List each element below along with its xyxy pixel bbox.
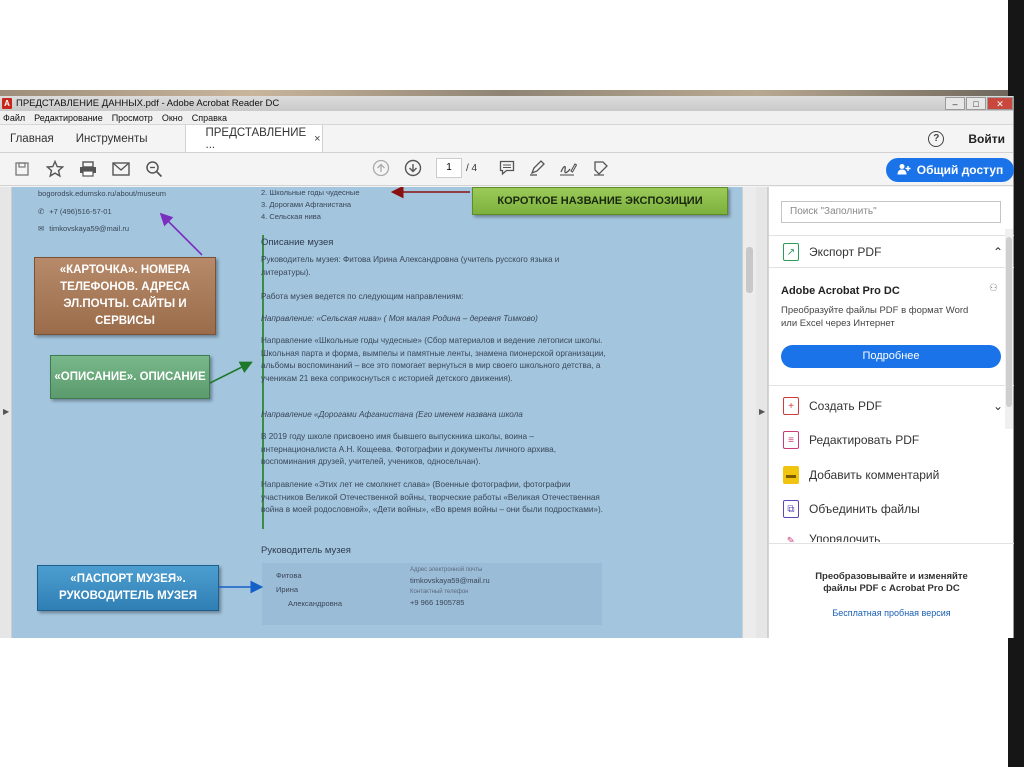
tool-add-comment[interactable]: ▬ Добавить комментарий [783,466,1003,484]
tab-bar: Главная Инструменты ПРЕДСТАВЛЕНИЕ ... × … [0,125,1013,153]
star-icon[interactable] [44,158,66,180]
title-bar: A ПРЕДСТАВЛЕНИЕ ДАННЫХ.pdf - Adobe Acrob… [0,96,1013,111]
tool-create-pdf[interactable]: + Создать PDF ⌄ [783,397,1003,415]
callout-arrows [159,187,470,594]
comment-tool-icon: ▬ [783,466,799,484]
close-window-button[interactable]: ✕ [987,97,1013,110]
share-button-label: Общий доступ [916,163,1004,177]
tab-document-label: ПРЕДСТАВЛЕНИЕ ... [205,126,307,151]
acrobat-window: A ПРЕДСТАВЛЕНИЕ ДАННЫХ.pdf - Adobe Acrob… [0,96,1014,638]
tool-add-comment-label: Добавить комментарий [809,468,940,482]
tool-combine-files[interactable]: ⧉ Объединить файлы [783,500,1003,518]
window-controls: ‒ □ ✕ [944,97,1013,110]
edit-pdf-icon: ≡ [783,431,799,449]
attach-icon: ⚇ [989,283,998,294]
highlight-icon[interactable] [529,160,546,176]
content-area: ▶ bogorodsk.edumsko.ru/about/museum ✆ +7 … [0,187,1014,638]
screenshot-slide: A ПРЕДСТАВЛЕНИЕ ДАННЫХ.pdf - Adobe Acrob… [0,0,1024,767]
create-pdf-icon: + [783,397,799,415]
divider [769,543,1014,544]
right-panel-toggle[interactable]: ▶ [756,187,768,638]
share-button[interactable]: Общий доступ [886,158,1014,182]
menu-bar: Файл Редактирование Просмотр Окно Справк… [0,111,1013,125]
arrow-card [159,212,203,256]
fill-sign-icon[interactable] [591,160,609,176]
tool-organize-label: Упорядочить [809,532,881,542]
window-title: ПРЕДСТАВЛЕНИЕ ДАННЫХ.pdf - Adobe Acrobat… [16,98,280,109]
page-number-input[interactable]: 1 [436,158,462,178]
signin-button[interactable]: Войти [968,132,1005,146]
pro-title: Adobe Acrobat Pro DC [781,285,900,297]
organize-icon: ✎ [786,535,796,543]
help-icon[interactable]: ? [928,130,945,147]
arrow-description [209,361,253,384]
collapse-right-icon[interactable]: ▶ [759,407,765,416]
left-panel-toggle[interactable]: ▶ [0,187,12,638]
chevron-down-icon[interactable]: ⌄ [993,399,1003,413]
acrobat-app-icon: A [2,98,12,109]
pro-description: Преобразуйте файлы PDF в формат Word или… [781,305,969,329]
print-icon[interactable] [77,158,99,180]
tab-document[interactable]: ПРЕДСТАВЛЕНИЕ ... × [184,125,323,152]
page-up-icon[interactable] [372,159,390,177]
page-down-icon[interactable] [404,159,422,177]
divider [769,267,1014,268]
search-icon[interactable] [143,158,165,180]
tab-tools[interactable]: Инструменты [65,125,159,152]
export-pdf-icon: ↗ [783,243,799,261]
tools-scroll-thumb[interactable] [1006,237,1012,407]
combine-files-icon: ⧉ [783,500,799,518]
divider [769,385,1014,386]
menu-edit[interactable]: Редактирование [34,113,103,123]
sign-icon[interactable] [559,160,578,176]
export-pdf-label: Экспорт PDF [809,245,882,259]
save-icon[interactable] [11,158,33,180]
pdf-document-view[interactable]: bogorodsk.edumsko.ru/about/museum ✆ +7 (4… [12,187,742,638]
user-add-icon [897,163,911,178]
more-info-button[interactable]: Подробнее [781,345,1001,368]
tab-close-icon[interactable]: × [314,133,320,145]
tool-combine-files-label: Объединить файлы [809,502,920,516]
document-scrollbar[interactable] [742,187,756,638]
menu-view[interactable]: Просмотр [112,113,153,123]
pro-promo-text: Преобразовывайте и изменяйте файлы PDF с… [815,571,968,594]
tool-organize[interactable]: ✎ Упорядочить [783,532,1003,542]
minimize-button[interactable]: ‒ [945,97,965,110]
tool-edit-pdf[interactable]: ≡ Редактировать PDF [783,431,1003,449]
export-pdf-header[interactable]: ↗ Экспорт PDF ⌃ [783,243,1003,261]
page-navigation: 1 / 4 [372,158,609,178]
comment-icon[interactable] [499,160,515,176]
fill-search-input[interactable]: Поиск "Заполнить" [781,201,1001,223]
tab-home[interactable]: Главная [0,125,65,152]
free-trial-link[interactable]: Бесплатная пробная версия [769,608,1014,618]
menu-help[interactable]: Справка [192,113,227,123]
tool-create-pdf-label: Создать PDF [809,399,882,413]
tools-scrollbar[interactable] [1005,229,1013,429]
tool-edit-pdf-label: Редактировать PDF [809,433,920,447]
page-total: / 4 [466,162,478,174]
document-scroll-thumb[interactable] [746,247,753,293]
maximize-button[interactable]: □ [966,97,986,110]
tools-pane: Поиск "Заполнить" ↗ Экспорт PDF ⌃ Adobe … [768,187,1014,638]
divider [769,235,1014,236]
toolbar: 1 / 4 Общий доступ [0,153,1014,186]
menu-file[interactable]: Файл [3,113,25,123]
mail-icon[interactable] [110,158,132,180]
tabbar-right: ? Войти [928,125,1013,152]
expand-left-icon[interactable]: ▶ [3,407,9,416]
chevron-up-icon[interactable]: ⌃ [993,245,1003,259]
menu-window[interactable]: Окно [162,113,183,123]
